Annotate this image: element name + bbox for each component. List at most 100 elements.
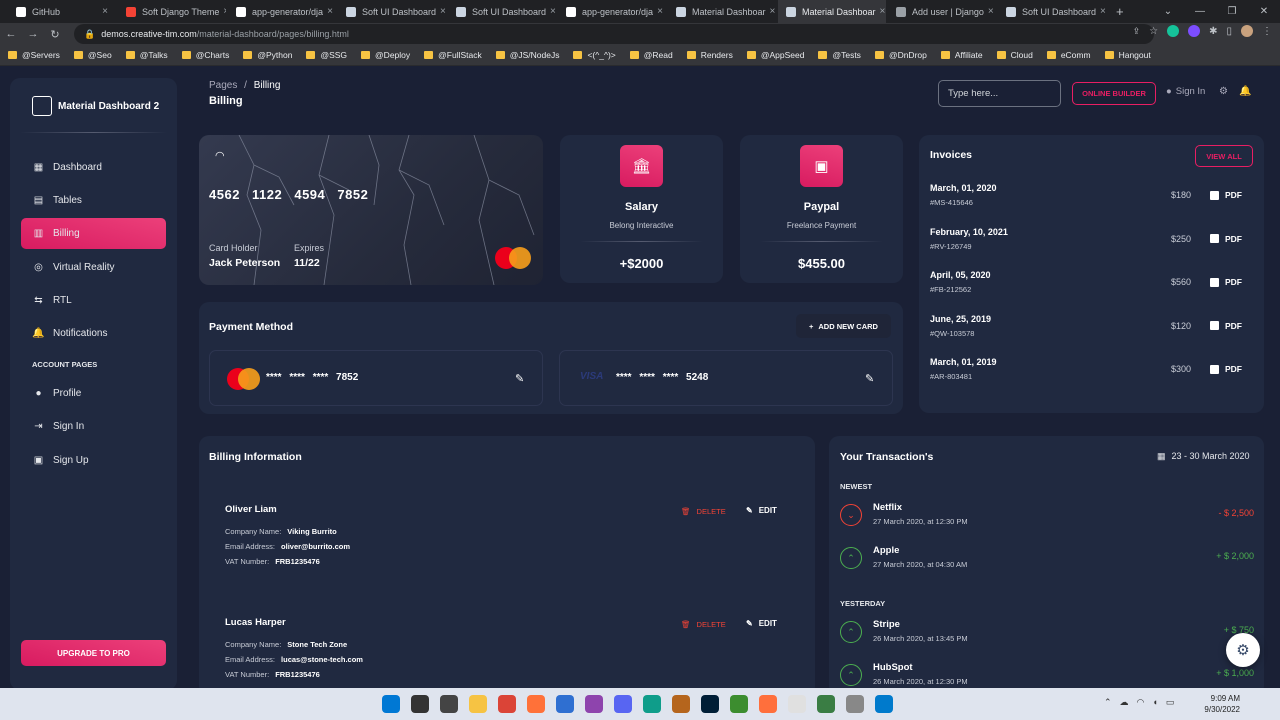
app-icon[interactable]	[759, 695, 777, 713]
browser-tab[interactable]: app-generator/dja ×	[558, 0, 666, 23]
notification-bell-icon[interactable]: 🔔	[1239, 86, 1251, 97]
sign-in-link[interactable]: ● Sign In	[1166, 86, 1205, 97]
app-icon[interactable]	[817, 695, 835, 713]
bookmark-item[interactable]: eComm	[1046, 50, 1091, 60]
bookmark-item[interactable]: @AppSeed	[746, 50, 804, 60]
extension-icon[interactable]	[1188, 25, 1201, 37]
bookmark-item[interactable]: @Tests	[818, 50, 861, 60]
vscode-icon[interactable]	[875, 695, 893, 713]
online-builder-button[interactable]: ONLINE BUILDER	[1072, 82, 1156, 105]
menu-kebab-icon[interactable]: ⋮	[1262, 26, 1272, 37]
tab-close-icon[interactable]: ×	[766, 6, 776, 17]
invoice-pdf-button[interactable]: PDF	[1210, 234, 1242, 244]
invoice-pdf-button[interactable]: PDF	[1210, 277, 1242, 287]
settings-gear-icon[interactable]: ⚙	[1219, 86, 1228, 97]
close-window-icon[interactable]: ✕	[1248, 6, 1280, 17]
browser-tab[interactable]: app-generator/dja ×	[228, 0, 336, 23]
url-field[interactable]: 🔒 demos.creative-tim.com/material-dashbo…	[74, 24, 1154, 44]
upgrade-button[interactable]: UPGRADE TO PRO	[21, 640, 166, 666]
search-input[interactable]	[938, 80, 1061, 107]
search-icon[interactable]	[411, 695, 429, 713]
edit-pencil-icon[interactable]: ✎	[865, 372, 874, 385]
browser-tab[interactable]: Soft Django Theme×	[118, 0, 226, 23]
chevron-up-icon[interactable]: ⌃	[1104, 697, 1112, 708]
reload-icon[interactable]: ↻	[44, 28, 66, 41]
app-icon[interactable]	[730, 695, 748, 713]
sidebar-item-dashboard[interactable]: ▦ Dashboard	[21, 152, 166, 183]
bookmark-item[interactable]: @SSG	[306, 50, 347, 60]
wifi-icon[interactable]: ◠	[1137, 697, 1145, 708]
tab-close-icon[interactable]: ×	[436, 6, 446, 17]
back-icon[interactable]: ←	[0, 28, 22, 40]
volume-icon[interactable]: ◖	[1152, 697, 1157, 708]
tab-close-icon[interactable]: ×	[876, 6, 886, 17]
browser-tab[interactable]: Soft UI Dashboard ×	[998, 0, 1106, 23]
tab-close-icon[interactable]: ×	[98, 6, 108, 17]
puzzle-icon[interactable]: ✱	[1209, 26, 1217, 37]
restore-icon[interactable]: ❐	[1216, 6, 1248, 17]
sidebar-item-tables[interactable]: ▤ Tables	[21, 185, 166, 216]
tab-close-icon[interactable]: ×	[323, 6, 333, 17]
bookmark-item[interactable]: Renders	[686, 50, 733, 60]
cloud-icon[interactable]: ☁	[1120, 697, 1129, 708]
sidebar-item-sign-up[interactable]: ▣ Sign Up	[21, 445, 166, 476]
minimize-icon[interactable]: —	[1184, 6, 1216, 17]
delete-button[interactable]: 🗑 DELETE	[681, 507, 726, 516]
brand[interactable]: Material Dashboard 2	[32, 96, 159, 116]
sidebar-item-sign-in[interactable]: ⇥ Sign In	[21, 411, 166, 442]
configurator-gear-button[interactable]: ⚙	[1226, 633, 1260, 667]
invoice-pdf-button[interactable]: PDF	[1210, 364, 1242, 374]
sidebar-item-notifications[interactable]: 🔔 Notifications	[21, 318, 166, 349]
app-icon[interactable]	[788, 695, 806, 713]
browser-tab[interactable]: Material Dashboar ×	[668, 0, 776, 23]
bookmark-item[interactable]: Affiliate	[940, 50, 983, 60]
edit-button[interactable]: ✎ EDIT	[746, 619, 777, 628]
tab-close-icon[interactable]: ×	[653, 6, 663, 17]
edit-pencil-icon[interactable]: ✎	[515, 372, 524, 385]
bookmark-item[interactable]: @Read	[629, 50, 673, 60]
invoice-pdf-button[interactable]: PDF	[1210, 321, 1242, 331]
edge-icon[interactable]	[643, 695, 661, 713]
bookmark-item[interactable]: @FullStack	[424, 50, 482, 60]
discord-icon[interactable]	[614, 695, 632, 713]
sidebar-item-billing[interactable]: ▥ Billing	[21, 218, 166, 249]
breadcrumb-root[interactable]: Pages	[209, 80, 237, 91]
terminal-icon[interactable]	[556, 695, 574, 713]
clock[interactable]: 9:09 AM 9/30/2022	[1204, 693, 1240, 715]
tab-close-icon[interactable]: ×	[219, 6, 226, 17]
bookmark-item[interactable]: @JS/NodeJs	[495, 50, 559, 60]
task-view-icon[interactable]	[440, 695, 458, 713]
app-icon[interactable]	[672, 695, 690, 713]
invoice-pdf-button[interactable]: PDF	[1210, 190, 1242, 200]
browser-tab[interactable]: GitHub ×	[8, 0, 116, 23]
browser-tab[interactable]: Add user | Django ×	[888, 0, 996, 23]
sidepanel-icon[interactable]: ▯	[1226, 26, 1232, 37]
view-all-button[interactable]: VIEW ALL	[1195, 145, 1253, 167]
firefox-icon[interactable]	[527, 695, 545, 713]
delete-button[interactable]: 🗑 DELETE	[681, 620, 726, 629]
tab-search-icon[interactable]: ⌄	[1152, 6, 1184, 17]
new-tab-icon[interactable]: +	[1108, 0, 1132, 23]
app-icon[interactable]	[585, 695, 603, 713]
forward-icon[interactable]: →	[22, 28, 44, 40]
share-icon[interactable]: ⇪	[1133, 26, 1141, 37]
bookmark-item[interactable]: <(^_^)>	[573, 50, 616, 60]
edit-button[interactable]: ✎ EDIT	[746, 506, 777, 515]
chrome-icon[interactable]	[498, 695, 516, 713]
windows-start-icon[interactable]	[382, 695, 400, 713]
grammarly-icon[interactable]	[1167, 25, 1180, 37]
bookmark-item[interactable]: Cloud	[996, 50, 1033, 60]
tab-close-icon[interactable]: ×	[546, 6, 556, 17]
sidebar-item-virtual-reality[interactable]: ◎ Virtual Reality	[21, 252, 166, 283]
add-new-card-button[interactable]: + ADD NEW CARD	[796, 314, 891, 338]
tab-close-icon[interactable]: ×	[984, 6, 994, 17]
battery-icon[interactable]: ▭	[1166, 697, 1175, 708]
bookmark-star-icon[interactable]: ☆	[1149, 26, 1158, 37]
bookmark-item[interactable]: @Talks	[125, 50, 168, 60]
bookmark-item[interactable]: @Seo	[73, 50, 112, 60]
browser-tab[interactable]: Soft UI Dashboard ×	[338, 0, 446, 23]
tab-close-icon[interactable]: ×	[1096, 6, 1106, 17]
bookmark-item[interactable]: @Python	[243, 50, 292, 60]
sidebar-item-rtl[interactable]: ⇆ RTL	[21, 285, 166, 316]
bookmark-item[interactable]: @Charts	[181, 50, 229, 60]
